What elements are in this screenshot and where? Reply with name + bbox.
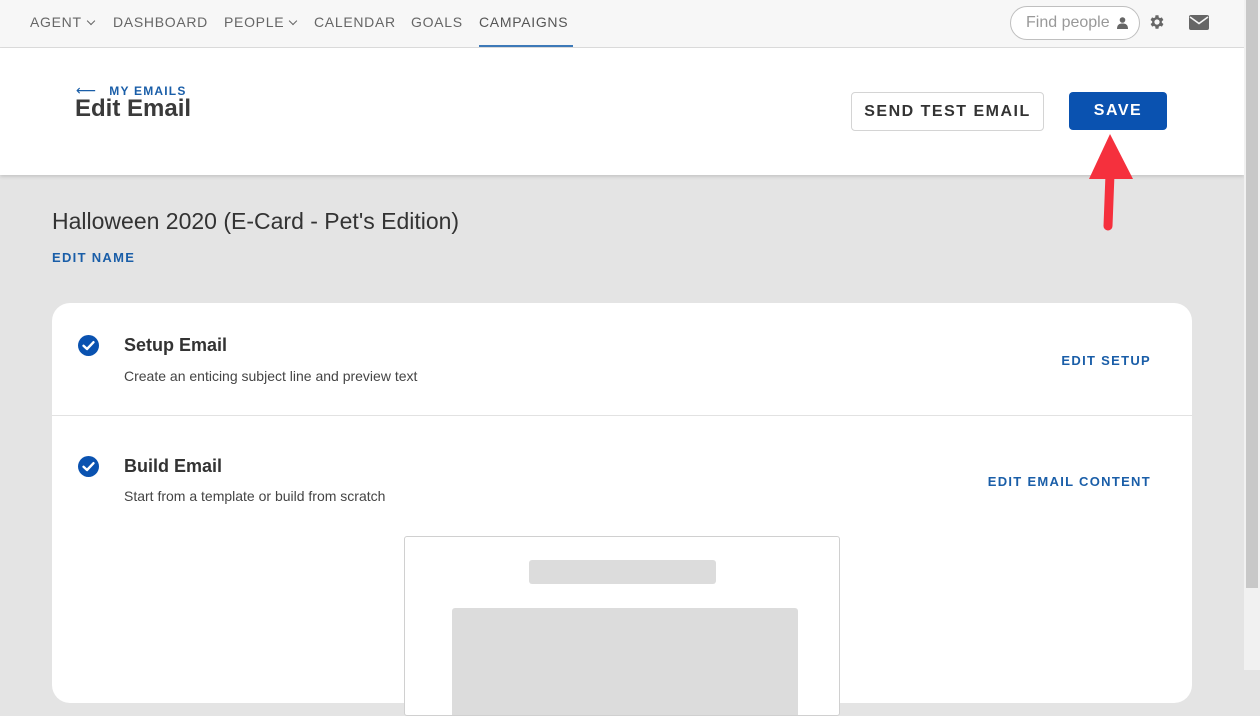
save-button[interactable]: SAVE — [1069, 92, 1167, 130]
step-description: Create an enticing subject line and prev… — [124, 368, 418, 384]
nav-item-label: PEOPLE — [224, 14, 285, 30]
nav-item-calendar[interactable]: CALENDAR — [314, 0, 396, 47]
person-icon — [1117, 17, 1128, 29]
nav-item-label: CALENDAR — [314, 14, 396, 30]
annotation-arrow-icon — [1089, 134, 1133, 231]
send-test-email-button[interactable]: SEND TEST EMAIL — [851, 92, 1044, 131]
page-title: Edit Email — [75, 95, 192, 122]
nav-item-agent[interactable]: AGENT — [30, 0, 95, 47]
nav-item-people[interactable]: PEOPLE — [224, 0, 298, 47]
find-people-search[interactable]: Find people — [1010, 6, 1140, 40]
step-title: Setup Email — [124, 335, 228, 355]
nav-item-dashboard[interactable]: DASHBOARD — [113, 0, 208, 47]
step-title: Build Email — [124, 456, 223, 476]
edit-name-link[interactable]: EDIT NAME — [52, 250, 135, 265]
check-circle-icon — [78, 335, 99, 356]
chevron-down-icon — [288, 16, 298, 26]
divider — [52, 415, 1192, 416]
email-steps-card: Setup Email Create an enticing subject l… — [52, 303, 1192, 716]
preview-placeholder-body — [452, 608, 798, 715]
edit-email-content-link[interactable]: EDIT EMAIL CONTENT — [988, 474, 1151, 489]
nav-item-label: AGENT — [30, 14, 82, 30]
nav-item-goals[interactable]: GOALS — [411, 0, 463, 47]
mail-icon[interactable] — [1189, 14, 1209, 31]
step-description: Start from a template or build from scra… — [124, 488, 386, 504]
scrollbar-thumb[interactable] — [1246, 0, 1258, 588]
chevron-down-icon — [86, 16, 95, 26]
gear-icon[interactable] — [1148, 13, 1166, 31]
edit-setup-link[interactable]: EDIT SETUP — [1061, 353, 1151, 368]
email-name: Halloween 2020 (E-Card - Pet's Edition) — [52, 208, 460, 234]
top-navigation: AGENT DASHBOARD PEOPLE CALENDAR GOALS CA… — [0, 0, 1244, 48]
check-circle-icon — [78, 456, 99, 477]
nav-item-label: CAMPAIGNS — [479, 14, 569, 30]
nav-item-label: DASHBOARD — [113, 14, 208, 30]
nav-item-label: GOALS — [411, 14, 463, 30]
nav-item-campaigns[interactable]: CAMPAIGNS — [479, 0, 573, 47]
page-header: ⟵ MY EMAILS Edit Email SEND TEST EMAIL SA… — [0, 48, 1244, 175]
email-template-preview[interactable] — [404, 536, 840, 716]
preview-placeholder-header — [529, 560, 716, 584]
search-placeholder: Find people — [1026, 14, 1110, 31]
